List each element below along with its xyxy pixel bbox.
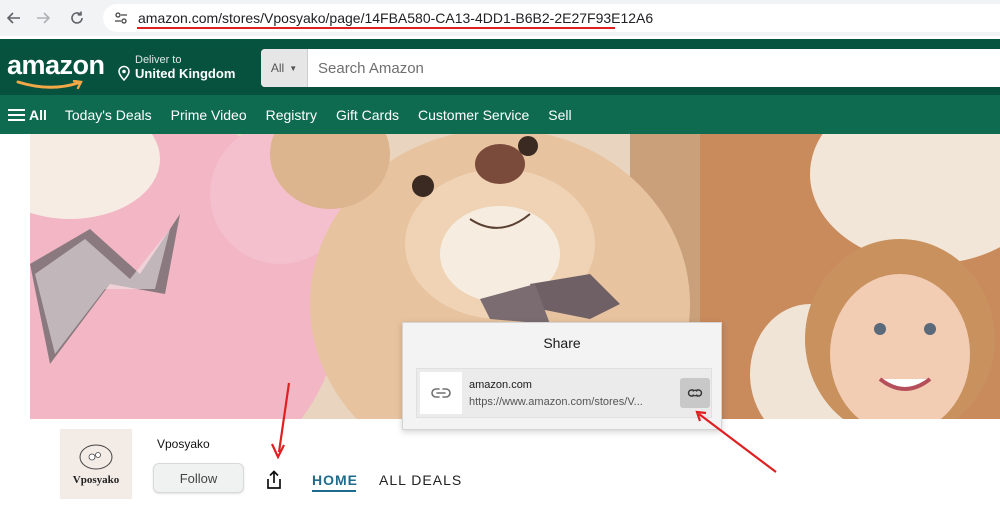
share-dialog-title: Share (543, 335, 581, 351)
search-category-select[interactable]: All ▼ (261, 49, 308, 87)
amazon-smile-logo (16, 80, 83, 90)
site-settings-icon[interactable] (109, 6, 133, 30)
share-url: https://www.amazon.com/stores/V... (469, 396, 643, 408)
search-category-label: All (270, 61, 285, 75)
forward-arrow-icon[interactable] (26, 0, 60, 36)
link-icon (420, 372, 462, 414)
nav-item-customer-service[interactable]: Customer Service (418, 107, 529, 123)
store-logo-graphic (79, 444, 113, 470)
store-name[interactable]: Vposyako (157, 437, 210, 451)
back-arrow-icon[interactable] (2, 0, 26, 36)
share-link-row[interactable]: amazon.com https://www.amazon.com/stores… (416, 368, 712, 418)
url-annotation-underline (137, 27, 615, 29)
share-site-name: amazon.com (469, 379, 532, 391)
reload-icon[interactable] (60, 0, 94, 36)
store-logo-text: Vposyako (72, 474, 120, 486)
amazon-logo[interactable]: amazon (7, 50, 105, 81)
nav-item-sell[interactable]: Sell (548, 107, 571, 123)
nav-item-gift-cards[interactable]: Gift Cards (336, 107, 399, 123)
deliver-country: United Kingdom (135, 66, 236, 81)
all-menu-label: All (29, 106, 47, 123)
url-text: amazon.com/stores/Vposyako/page/14FBA580… (138, 10, 654, 26)
location-pin-icon (118, 65, 130, 81)
tab-home[interactable]: HOME (312, 472, 358, 488)
deliver-label: Deliver to (135, 54, 182, 66)
tab-home-underline (312, 490, 356, 492)
share-dialog: Share amazon.com https://www.amazon.com/… (402, 322, 722, 430)
copy-link-icon[interactable] (680, 378, 710, 408)
tab-all-deals[interactable]: ALL DEALS (379, 472, 462, 488)
nav-bar: All Today's Deals Prime Video Registry G… (0, 95, 1000, 134)
nav-item-prime-video[interactable]: Prime Video (171, 107, 247, 123)
hamburger-icon (8, 108, 25, 121)
chevron-down-icon: ▼ (289, 63, 298, 73)
nav-item-todays-deals[interactable]: Today's Deals (65, 107, 152, 123)
search-input[interactable] (308, 49, 1000, 87)
search-bar: All ▼ (261, 49, 1000, 87)
nav-item-registry[interactable]: Registry (266, 107, 317, 123)
follow-button[interactable]: Follow (153, 463, 244, 493)
store-logo[interactable]: Vposyako (60, 429, 132, 499)
share-icon[interactable] (263, 468, 285, 492)
all-menu-button[interactable]: All (8, 107, 47, 123)
